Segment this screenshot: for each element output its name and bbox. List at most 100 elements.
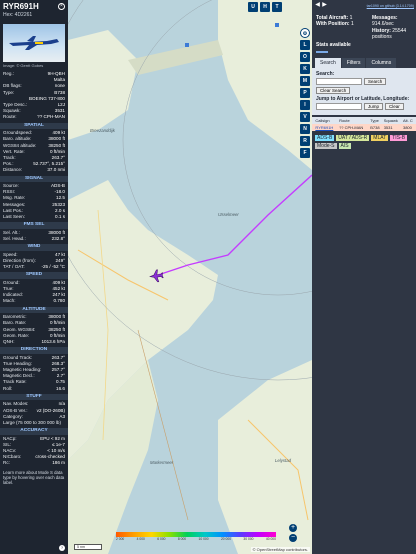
mode-s-note: Learn more about Mode S data type by hov…: [3, 469, 65, 486]
table-cell: 3800: [401, 124, 416, 132]
side-button-r[interactable]: R: [300, 136, 310, 146]
expand-right-icon[interactable]: ▶: [321, 2, 328, 9]
column-header[interactable]: Alt. C: [401, 117, 416, 125]
side-button-i[interactable]: I: [300, 100, 310, 110]
clear-jump-button[interactable]: Clear: [385, 103, 404, 111]
legend-item[interactable]: TIS-B: [390, 135, 408, 142]
version-link[interactable]: tar1090 on github (3.14.1709): [367, 4, 414, 8]
aircraft-list-panel: ◀ ▶ tar1090 on github (3.14.1709) Total …: [312, 0, 416, 554]
top-button-u[interactable]: U: [248, 2, 258, 12]
jump-button[interactable]: Jump: [364, 103, 384, 111]
section-header: SIGNAL: [0, 175, 68, 183]
table-header: Callsign Route Type Squawk Alt. C: [312, 117, 416, 125]
section-header: SPEED: [0, 272, 68, 279]
side-button-n[interactable]: N: [300, 124, 310, 134]
section-header: DIRECTION: [0, 347, 68, 354]
info-key: QNH:: [3, 338, 15, 344]
side-button-l[interactable]: L: [300, 40, 310, 50]
clear-search-button[interactable]: Clear Search: [316, 87, 351, 95]
tab-columns[interactable]: Columns: [366, 58, 397, 69]
map-side-buttons: ⚙ L O K M P I V N R F: [300, 28, 310, 158]
side-button-f[interactable]: F: [300, 148, 310, 158]
altitude-tick: 4 000: [136, 537, 145, 541]
zoom-out-button[interactable]: −: [289, 534, 297, 542]
altitude-tick: 8 000: [177, 537, 187, 541]
table-row[interactable]: RYR691H?? CPH-MAN B738 3531 3800: [312, 124, 416, 132]
airplane-photo-icon: [9, 36, 59, 50]
stats-available-link[interactable]: Stats available: [312, 40, 416, 50]
info-key: Route:: [3, 114, 17, 120]
table-body: RYR691H?? CPH-MAN B738 3531 3800: [312, 124, 416, 132]
altitude-tick: 2 000: [116, 537, 125, 541]
zoom-in-button[interactable]: +: [289, 524, 297, 532]
legend-item[interactable]: ADS-B: [315, 135, 335, 142]
info-key: Type:: [3, 89, 15, 95]
info-key: Large (75 000 to 300 000 lb): [3, 419, 61, 425]
column-header[interactable]: Route: [338, 117, 370, 125]
stats-bar: [316, 51, 328, 54]
legend-item[interactable]: UAT / ADS-R: [336, 135, 370, 142]
altitude-tick: 6 000: [157, 537, 166, 541]
map-canvas[interactable]: [68, 0, 312, 554]
side-button-k[interactable]: K: [300, 64, 310, 74]
side-button-m[interactable]: M: [300, 76, 310, 86]
search-input[interactable]: [316, 78, 362, 86]
close-info-button[interactable]: ×: [58, 3, 65, 10]
section-header: ACCURACY: [0, 428, 68, 435]
collapse-left-icon[interactable]: ◀: [314, 2, 321, 9]
place-lelystad: Lelystad: [275, 458, 292, 463]
photo-credit: Image: © Gerrit Gobes: [3, 63, 44, 68]
info-key: Last Seen:: [3, 214, 25, 220]
total-aircraft-label: Total Aircraft:: [316, 15, 349, 21]
side-top-row: ◀ ▶ tar1090 on github (3.14.1709): [312, 0, 416, 12]
side-button-v[interactable]: V: [300, 112, 310, 122]
map-view[interactable]: Breezanddijk IJsselmeer Markermeer Lelys…: [68, 0, 312, 554]
info-key: Mach:: [3, 298, 16, 304]
side-button-o[interactable]: O: [300, 52, 310, 62]
search-label: Search:: [316, 71, 335, 78]
altitude-tick: 20 000: [220, 537, 232, 541]
search-button[interactable]: Search: [364, 78, 387, 86]
aircraft-photo[interactable]: [3, 24, 65, 62]
side-button-p[interactable]: P: [300, 88, 310, 98]
top-button-h[interactable]: H: [260, 2, 270, 12]
column-header[interactable]: Callsign: [314, 117, 339, 125]
history-label: History:: [372, 27, 391, 34]
legend-item[interactable]: Mode-S: [315, 143, 337, 150]
info-row: TAT / OAT: -25 / -52 °C: [0, 264, 68, 270]
info-row: QNH: 1013.6 hPa: [0, 339, 68, 345]
altitude-legend: 2 000 4 000 6 000 8 000 10 000 20 000 30 000 40…: [116, 532, 276, 542]
column-header[interactable]: Type: [369, 117, 383, 125]
map-attribution[interactable]: © OpenStreetMap contributors.: [250, 547, 310, 552]
receiver-marker: [185, 43, 189, 47]
info-value: 0.780: [53, 298, 66, 304]
receiver-marker: [275, 23, 279, 27]
table-cell: ?? CPH-MAN: [338, 124, 370, 132]
tab-filters[interactable]: Filters: [341, 58, 366, 69]
info-key: Sel. Head.:: [3, 235, 26, 241]
map-top-buttons: U H T: [248, 2, 282, 12]
table-cell: RYR691H: [314, 124, 339, 132]
afsluitdijk: [128, 40, 223, 75]
settings-gear-icon[interactable]: ⚙: [300, 28, 310, 38]
legend-item[interactable]: AIS: [338, 143, 351, 150]
info-row: Mach: 0.780: [0, 298, 68, 304]
legend-item[interactable]: MLAT: [371, 135, 389, 142]
aircraft-info-panel: RYR691H Hex: 4D2261 × Image: © Gerrit Go…: [0, 0, 68, 554]
info-value: 232.8°: [51, 235, 65, 241]
column-header[interactable]: Squawk: [382, 117, 402, 125]
section-header: FMS SEL: [0, 222, 68, 229]
info-value: 0.1 s: [55, 214, 65, 220]
top-button-t[interactable]: T: [272, 2, 282, 12]
tab-search[interactable]: Search: [315, 58, 341, 69]
info-row: Sel. Head.: 232.8°: [0, 236, 68, 242]
land-north: [68, 30, 138, 140]
table-cell: B738: [369, 124, 383, 132]
info-value: 16.6: [56, 385, 65, 391]
jump-input[interactable]: [316, 103, 362, 111]
place-ijsselmeer: IJsselmeer: [218, 212, 239, 217]
altitude-tick: 10 000: [198, 537, 209, 541]
info-header: RYR691H Hex: 4D2261 ×: [0, 0, 68, 22]
info-toggle-icon[interactable]: ?: [59, 545, 65, 551]
altitude-ticks: 2 000 4 000 6 000 8 000 10 000 20 000 30 000 40…: [116, 537, 276, 541]
